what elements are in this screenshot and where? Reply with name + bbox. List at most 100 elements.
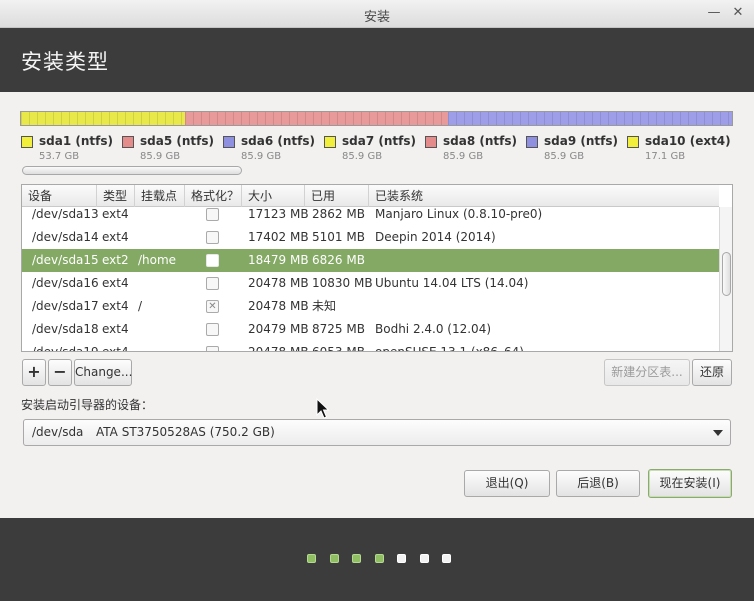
cell-type: ext2 [102,253,129,267]
cell-size: 17123 MB [248,207,309,221]
legend-partition-size: 17.1 GB [645,151,686,162]
cell-used: 10830 MB [312,276,373,290]
partition-table: 设备 类型 挂载点 格式化？ 大小 已用 已装系统 /dev/sda13 ext4… [21,184,733,352]
back-button[interactable]: 后退(B) [556,470,640,497]
column-header-format[interactable]: 格式化？ [185,185,242,207]
column-header-mount[interactable]: 挂载点 [135,185,185,207]
window-title: 安装 [363,10,390,25]
format-checkbox[interactable]: ✕ [206,300,219,313]
column-header-system[interactable]: 已装系统 [369,185,719,207]
minimize-button[interactable]: — [705,4,723,22]
dropdown-arrow-icon [713,430,723,436]
legend-partition-size: 85.9 GB [140,151,181,162]
cell-device: /dev/sda16 [32,276,99,290]
close-icon: ✕ [732,5,744,20]
window-titlebar: 安装 — ✕ [0,0,754,28]
minimize-icon: — [707,5,721,20]
page-title: 安装类型 [21,50,109,74]
cell-size: 17402 MB [248,230,309,244]
progress-step-dot [397,554,406,563]
table-row[interactable]: /dev/sda14 ext4 17402 MB 5101 MB Deepin 2014… [22,226,719,249]
table-row[interactable]: /dev/sda16 ext4 20478 MB 10830 MB Ubuntu 14.… [22,272,719,295]
bootloader-device-label: 安装启动引导器的设备： [21,398,154,412]
cell-used: 未知 [312,299,337,313]
mouse-cursor-icon [316,398,330,419]
legend-swatch [425,136,437,148]
cell-size: 20478 MB [248,345,309,352]
format-checkbox[interactable] [206,254,219,267]
remove-partition-button[interactable]: − [48,359,72,386]
cell-size: 20478 MB [248,299,309,313]
cell-device: /dev/sda18 [32,322,99,336]
legend-partition-name: sda7 (ntfs) [342,134,416,148]
cell-device: /dev/sda17 [32,299,99,313]
main-content: sda1 (ntfs) 53.7 GB sda5 (ntfs) 85.9 GB sda6… [0,92,754,518]
progress-step-dot [329,554,339,563]
legend-partition-size: 85.9 GB [342,151,383,162]
cell-type: ext4 [102,322,129,336]
column-header-used[interactable]: 已用 [305,185,369,207]
table-row[interactable]: /dev/sda15 ext2/home 18479 MB 6826 MB [22,249,719,272]
table-row[interactable]: /dev/sda13 ext4 17123 MB 2862 MB Manjaro Lin… [22,207,719,226]
cell-mount: / [138,299,143,313]
column-header-type[interactable]: 类型 [97,185,135,207]
legend-swatch [526,136,538,148]
close-button[interactable]: ✕ [729,4,747,22]
cell-device: /dev/sda13 [32,207,99,221]
legend-partition-size: 85.9 GB [241,151,282,162]
legend-partition-name: sda10 (ext4) [645,134,731,148]
cell-system: Manjaro Linux (0.8.10-pre0) [375,207,543,221]
cell-system: Ubuntu 14.04 LTS (14.04) [375,276,529,290]
scrollbar-thumb[interactable] [722,252,731,296]
new-partition-table-button[interactable]: 新建分区表... [604,359,690,386]
legend-swatch [122,136,134,148]
table-row[interactable]: /dev/sda19 ext4 20478 MB 6053 MB openSUSE 13… [22,341,719,352]
cell-type: ext4 [102,276,129,290]
disk-bar-segment [21,112,185,125]
installer-footer [0,518,754,601]
cell-used: 5101 MB [312,230,365,244]
progress-step-dot [442,554,451,563]
bootloader-device-select[interactable]: /dev/sda ATA ST3750528AS (750.2 GB) [23,419,731,446]
revert-button[interactable]: 还原 [692,359,732,386]
column-header-size[interactable]: 大小 [242,185,305,207]
cell-system: Deepin 2014 (2014) [375,230,496,244]
table-row[interactable]: /dev/sda17 ext4 / ✕ 20478 MB 未知 [22,295,719,318]
table-row[interactable]: /dev/sda18 ext4 20479 MB 8725 MB Bodhi 2.4.0… [22,318,719,341]
format-checkbox[interactable] [206,231,219,244]
cell-type: ext4 [102,230,129,244]
table-vertical-scrollbar[interactable] [719,207,732,351]
cell-used: 6053 MB [312,345,365,352]
cell-used: 6826 MB [312,253,365,267]
quit-button[interactable]: 退出(Q) [464,470,550,497]
legend-swatch [324,136,336,148]
format-checkbox[interactable] [206,323,219,336]
install-now-button[interactable]: 现在安装(I) [648,469,732,498]
cell-type: ext4 [102,345,129,352]
table-body: /dev/sda13 ext4 17123 MB 2862 MB Manjaro Lin… [22,207,719,352]
change-partition-button[interactable]: Change... [74,359,132,386]
disk-usage-bar [20,111,733,126]
cell-system: Bodhi 2.4.0 (12.04) [375,322,492,336]
format-checkbox[interactable] [206,346,219,351]
format-checkbox[interactable] [206,208,219,221]
bootloader-device-value: /dev/sda [32,425,84,439]
legend-partition-size: 85.9 GB [544,151,585,162]
scrollbar-thumb[interactable] [22,166,242,175]
table-header: 设备 类型 挂载点 格式化？ 大小 已用 已装系统 [22,185,719,207]
add-partition-button[interactable]: + [22,359,46,386]
cell-device: /dev/sda14 [32,230,99,244]
column-header-device[interactable]: 设备 [22,185,97,207]
legend-partition-name: sda6 (ntfs) [241,134,315,148]
legend-swatch [21,136,33,148]
cell-system: openSUSE 13.1 (x86_64) [375,345,524,352]
cell-used: 8725 MB [312,322,365,336]
bootloader-device-description: ATA ST3750528AS (750.2 GB) [96,425,275,439]
progress-step-dot [419,554,429,563]
legend-partition-name: sda5 (ntfs) [140,134,214,148]
format-checkbox[interactable] [206,277,219,290]
disk-bar-segment [184,112,448,125]
legend-partition-size: 85.9 GB [443,151,484,162]
legend-horizontal-scrollbar[interactable] [22,165,734,177]
cell-device: /dev/sda19 [32,345,99,352]
